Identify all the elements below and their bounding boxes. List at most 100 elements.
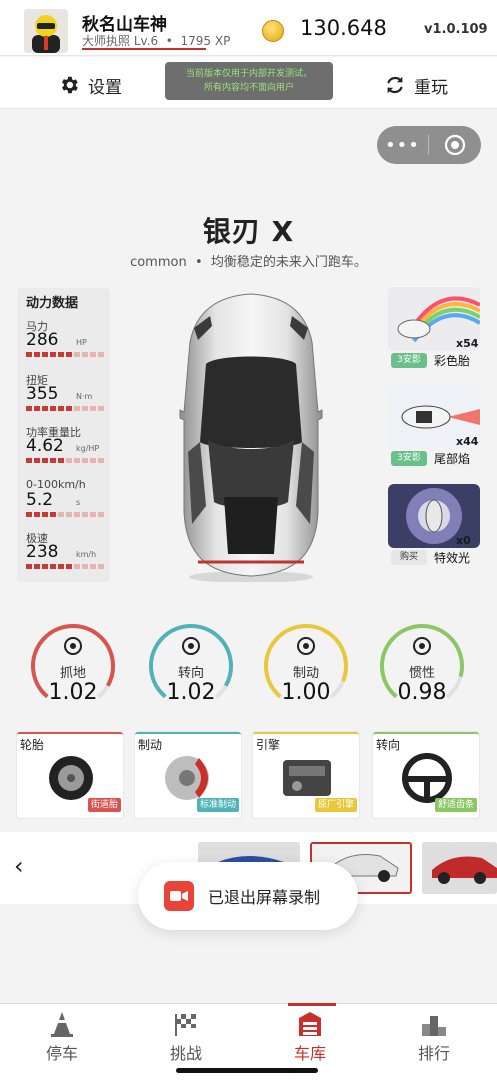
stat-unit: N·m	[76, 392, 93, 401]
tire-icon	[63, 636, 83, 660]
tab-challenge[interactable]: 挑战	[146, 1010, 226, 1064]
stat-bar-segment	[82, 406, 88, 411]
stat-bar-segment	[58, 458, 64, 463]
stat-bar-segment	[74, 352, 80, 357]
car-top-view[interactable]	[176, 292, 326, 583]
gauge-label: 制动	[292, 666, 319, 681]
gauge-label: 惯性	[408, 666, 435, 681]
stat-bar-segment	[50, 458, 56, 463]
car-subtitle: common • 均衡稳定的未来入门跑车。	[130, 255, 367, 270]
mini-program-capsule: •••	[377, 126, 481, 164]
stat-bar-segment	[82, 352, 88, 357]
power-panel-title: 动力数据	[26, 296, 79, 311]
gear-icon	[62, 76, 78, 94]
item-name: 尾部焰	[434, 452, 471, 466]
stat-bar-segment	[98, 564, 104, 569]
carousel-prev-button[interactable]: ‹	[14, 852, 24, 880]
part-title: 制动	[138, 738, 163, 752]
tab-parking[interactable]: 停车	[22, 1010, 102, 1064]
stat-bar-segment	[98, 352, 104, 357]
settings-button[interactable]: 设置	[58, 72, 122, 98]
stat-bar-segment	[90, 458, 96, 463]
coin-balance: 130.648	[300, 16, 387, 40]
item-count: x54	[456, 337, 479, 350]
tab-label: 排行	[417, 1044, 450, 1063]
home-indicator	[176, 1068, 318, 1073]
stat-bar-segment	[74, 512, 80, 517]
stat-bar-segment	[50, 352, 56, 357]
stat-bar-segment	[58, 406, 64, 411]
stat-bar-segment	[74, 564, 80, 569]
replay-button[interactable]: 重玩	[384, 72, 448, 98]
top-header	[0, 0, 497, 56]
stat-bar-segment	[66, 564, 72, 569]
version-label: v1.0.109	[424, 22, 488, 37]
player-level: 大师执照 Lv.6 • 1795 XP	[82, 34, 231, 48]
stat-bar-segment	[58, 564, 64, 569]
gauge-label: 抓地	[59, 666, 86, 681]
notice-line1: 当前版本仅用于内部开发测试，	[185, 69, 312, 79]
stat-bar-segment	[42, 352, 48, 357]
stat-bar-segment	[34, 352, 40, 357]
stat-bar-segment	[50, 512, 56, 517]
screen-record-toast: 已退出屏幕录制	[138, 862, 358, 930]
equip-badge[interactable]: 3安影	[391, 353, 427, 368]
tab-label: 挑战	[169, 1044, 202, 1063]
stat-bar-segment	[42, 406, 48, 411]
part-title: 引擎	[256, 738, 281, 752]
stat-bar-segment	[90, 406, 96, 411]
stat-bar	[26, 512, 104, 517]
stat-bar-segment	[42, 458, 48, 463]
stat-unit: HP	[76, 338, 87, 347]
stat-bar-segment	[26, 564, 32, 569]
checkered-flag-icon	[146, 1010, 226, 1040]
equip-badge[interactable]: 3安影	[391, 451, 427, 466]
item-name: 彩色胎	[434, 354, 471, 368]
replay-label: 重玩	[414, 77, 448, 98]
stat-value: 355	[26, 384, 59, 404]
more-options-icon[interactable]: •••	[377, 126, 428, 164]
stat-bar-segment	[50, 564, 56, 569]
item-name: 特效光	[434, 551, 471, 565]
item-count: x44	[456, 435, 479, 448]
stat-bar	[26, 352, 104, 357]
stat-bar-segment	[34, 564, 40, 569]
part-tag: 标准制动	[196, 798, 239, 812]
gauge-value: 1.02	[166, 680, 216, 705]
gauge-value: 1.02	[48, 680, 98, 705]
stat-bar-segment	[42, 564, 48, 569]
tab-label: 车库	[293, 1044, 326, 1063]
avatar[interactable]	[24, 9, 68, 53]
car-thumbnail-3[interactable]	[422, 842, 497, 894]
stat-bar	[26, 564, 104, 569]
toast-message: 已退出屏幕录制	[208, 888, 321, 907]
stat-bar-segment	[74, 406, 80, 411]
part-title: 转向	[376, 738, 401, 752]
stat-bar-segment	[58, 352, 64, 357]
stat-bar-segment	[26, 512, 32, 517]
coin-icon	[262, 20, 284, 42]
buy-button[interactable]: 购买	[391, 550, 427, 565]
active-tab-indicator	[288, 1003, 336, 1006]
stat-bar-segment	[98, 406, 104, 411]
tab-label: 停车	[45, 1044, 78, 1063]
item-count: x0	[456, 534, 471, 547]
gauge-value: 1.00	[281, 680, 331, 705]
stat-bar-segment	[66, 352, 72, 357]
tab-garage[interactable]: 车库	[270, 1010, 350, 1064]
stat-bar-segment	[82, 564, 88, 569]
tab-ranking[interactable]: 排行	[394, 1010, 474, 1064]
compass-icon	[412, 636, 432, 660]
xp-underline	[82, 48, 206, 50]
stat-unit: kg/HP	[76, 444, 100, 453]
steering-wheel-icon	[181, 636, 201, 660]
stat-bar-segment	[50, 406, 56, 411]
close-target-icon[interactable]	[429, 126, 480, 164]
stat-bar-segment	[90, 352, 96, 357]
car-name: 银刃 X	[202, 215, 295, 248]
stat-bar-segment	[66, 458, 72, 463]
stat-bar-segment	[26, 352, 32, 357]
stat-unit: s	[76, 498, 81, 507]
refresh-icon	[387, 76, 403, 94]
stat-bar-segment	[66, 512, 72, 517]
